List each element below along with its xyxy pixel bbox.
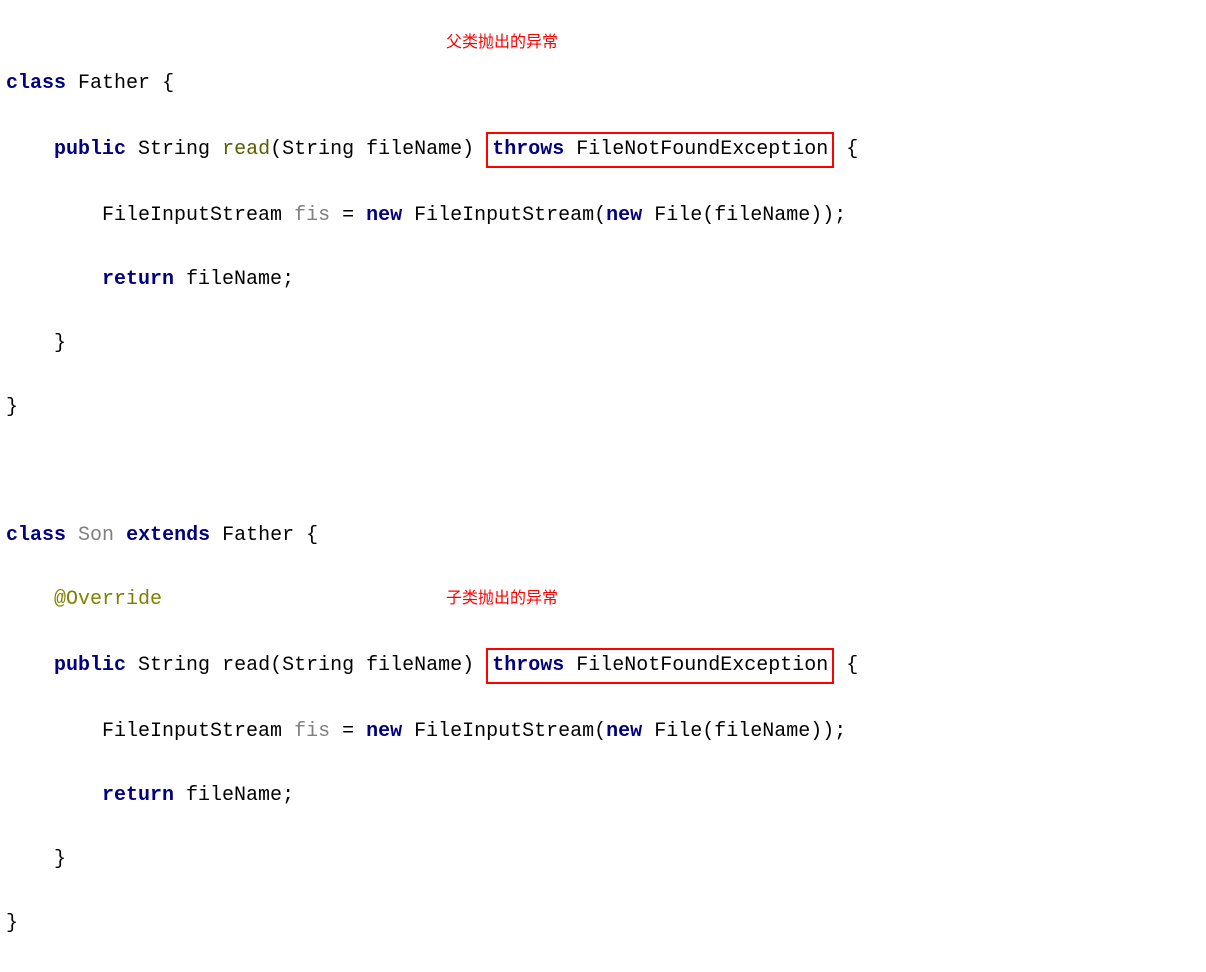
semi: ; xyxy=(282,784,294,807)
arg-fileName: fileName xyxy=(714,720,810,743)
method-read: read xyxy=(222,654,270,677)
kw-new: new xyxy=(366,720,402,743)
throws-box-son: throws FileNotFoundException xyxy=(486,648,834,684)
kw-extends: extends xyxy=(126,524,210,547)
paren: ) xyxy=(462,654,474,677)
paren: ( xyxy=(270,654,282,677)
kw-class: class xyxy=(6,72,66,95)
paren: ( xyxy=(594,720,606,743)
param-fileName: fileName xyxy=(366,654,462,677)
paren: ) xyxy=(822,720,834,743)
code-line: public String read(String fileName) thro… xyxy=(6,648,1200,684)
kw-return: return xyxy=(102,784,174,807)
eq: = xyxy=(330,204,366,227)
type-string: String xyxy=(282,138,354,161)
kw-new: new xyxy=(606,720,642,743)
brace: } xyxy=(54,332,66,355)
paren: ( xyxy=(702,204,714,227)
code-line: } xyxy=(6,328,1200,360)
code-block: 父类抛出的异常 class Father { public String rea… xyxy=(0,0,1206,972)
paren: ) xyxy=(810,204,822,227)
code-line: FileInputStream fis = new FileInputStrea… xyxy=(6,200,1200,232)
kw-throws: throws xyxy=(492,138,564,161)
kw-throws: throws xyxy=(492,654,564,677)
blank-line xyxy=(6,456,1200,488)
method-read: read xyxy=(222,138,270,161)
code-line: FileInputStream fis = new FileInputStrea… xyxy=(6,716,1200,748)
code-line: } xyxy=(6,908,1200,940)
type-string: String xyxy=(138,654,210,677)
kw-return: return xyxy=(102,268,174,291)
paren: ( xyxy=(270,138,282,161)
code-line: class Father { xyxy=(6,68,1200,100)
brace: { xyxy=(306,524,318,547)
semi: ; xyxy=(834,720,846,743)
code-line: public String read(String fileName) thro… xyxy=(6,132,1200,168)
type-fis: FileInputStream xyxy=(102,720,282,743)
brace: { xyxy=(846,138,858,161)
paren: ( xyxy=(702,720,714,743)
arg-fileName: fileName xyxy=(714,204,810,227)
paren: ) xyxy=(810,720,822,743)
type-fnfe: FileNotFoundException xyxy=(576,138,828,161)
type-string: String xyxy=(282,654,354,677)
code-line: } xyxy=(6,844,1200,876)
brace: } xyxy=(6,396,18,419)
callout-son: 子类抛出的异常 xyxy=(446,586,558,612)
code-line: class Son extends Father { xyxy=(6,520,1200,552)
brace: } xyxy=(6,912,18,935)
kw-public: public xyxy=(54,138,126,161)
cls-father: Father xyxy=(222,524,294,547)
throws-box-father: throws FileNotFoundException xyxy=(486,132,834,168)
paren: ) xyxy=(822,204,834,227)
cls-father: Father xyxy=(78,72,150,95)
semi: ; xyxy=(282,268,294,291)
annotation-override: @Override xyxy=(54,588,162,611)
kw-new: new xyxy=(366,204,402,227)
var-fis: fis xyxy=(294,720,330,743)
type-fis: FileInputStream xyxy=(414,204,594,227)
type-fis: FileInputStream xyxy=(102,204,282,227)
var-fis: fis xyxy=(294,204,330,227)
code-line: return fileName; xyxy=(6,264,1200,296)
type-fis: FileInputStream xyxy=(414,720,594,743)
kw-public: public xyxy=(54,654,126,677)
kw-new: new xyxy=(606,204,642,227)
type-file: File xyxy=(654,720,702,743)
ret-fileName: fileName xyxy=(186,784,282,807)
paren: ( xyxy=(594,204,606,227)
type-file: File xyxy=(654,204,702,227)
ret-fileName: fileName xyxy=(186,268,282,291)
brace: { xyxy=(162,72,174,95)
paren: ) xyxy=(462,138,474,161)
code-line: return fileName; xyxy=(6,780,1200,812)
eq: = xyxy=(330,720,366,743)
cls-son: Son xyxy=(78,524,114,547)
code-line: } xyxy=(6,392,1200,424)
param-fileName: fileName xyxy=(366,138,462,161)
type-fnfe: FileNotFoundException xyxy=(576,654,828,677)
semi: ; xyxy=(834,204,846,227)
code-line: @Override 子类抛出的异常 xyxy=(6,584,1200,616)
kw-class: class xyxy=(6,524,66,547)
callout-father-line: 父类抛出的异常 xyxy=(6,32,1200,64)
type-string: String xyxy=(138,138,210,161)
brace: { xyxy=(846,654,858,677)
callout-father: 父类抛出的异常 xyxy=(446,30,558,56)
brace: } xyxy=(54,848,66,871)
